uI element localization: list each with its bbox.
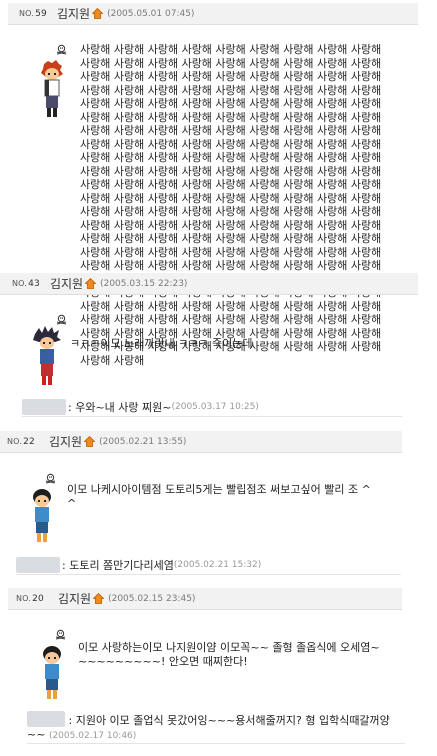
comment-text: : 우와~내 사랑 찌원~ xyxy=(68,400,172,414)
home-icon[interactable] xyxy=(85,278,97,289)
skull-icon[interactable] xyxy=(55,629,66,640)
post-author[interactable]: 김지원 xyxy=(49,433,82,450)
commenter-name-blurred xyxy=(27,711,65,727)
comment-text: : 도토리 쫌만기다리세염 xyxy=(62,558,174,572)
comment: : 지원아 이모 졸업식 못갔어잉~~~용서해줄꺼지? 형 입학식때갈꺼양~~ … xyxy=(27,711,405,744)
post-date: (2005.02.21 13:55) xyxy=(99,436,187,447)
post-header: NO.59 김지원 (2005.05.01 07:45) xyxy=(8,3,418,25)
post-number: NO.59 xyxy=(19,8,47,19)
post-date: (2005.03.15 22:23) xyxy=(100,278,188,289)
home-icon[interactable] xyxy=(92,8,104,19)
post-author[interactable]: 김지원 xyxy=(58,590,91,607)
avatar xyxy=(41,60,63,117)
post-body: 이모 나케시아이템점 도토리5게는 빨립점조 써보고싶어 빨리 조 ^^ xyxy=(67,483,371,510)
avatar xyxy=(43,646,61,699)
post-number: NO.43 xyxy=(12,278,40,289)
comment-date: (2005.02.21 15:32) xyxy=(173,559,262,570)
post-number: NO.22 xyxy=(7,436,35,447)
avatar xyxy=(33,326,61,385)
skull-icon[interactable] xyxy=(56,314,67,325)
post-body: 이모 사랑하는이모 나지원이얌 이모꼭~~ 졸형 졸옵식에 오세염~~~~~~~… xyxy=(78,641,380,668)
post-body: 사랑해 사랑해 사랑해 사랑해 사랑해 사랑해 사랑해 사랑해 사랑해 사랑해 … xyxy=(80,43,382,367)
avatar xyxy=(33,489,51,542)
comment-date: (2005.02.17 10:46) xyxy=(48,731,137,741)
post-number: NO.20 xyxy=(16,593,44,604)
post-author[interactable]: 김지원 xyxy=(57,5,90,22)
home-icon[interactable] xyxy=(93,593,105,604)
home-icon[interactable] xyxy=(84,436,96,447)
post-date: (2005.05.01 07:45) xyxy=(107,8,195,19)
post-date: (2005.02.15 23:45) xyxy=(108,593,196,604)
post-header: NO.20 김지원 (2005.02.15 23:45) xyxy=(8,588,402,610)
skull-icon[interactable] xyxy=(45,473,56,484)
post-body: ㅋㅋㅋ이모 노래까랏내 ㅋㅋㅋ 죽이는데 xyxy=(70,337,253,350)
commenter-name-blurred xyxy=(22,398,66,415)
skull-icon[interactable] xyxy=(56,44,67,55)
post-author[interactable]: 김지원 xyxy=(50,275,83,292)
comment: : 우와~내 사랑 찌원~ (2005.03.17 10:25) xyxy=(22,397,402,417)
commenter-name-blurred xyxy=(16,556,60,573)
comment: : 도토리 쫌만기다리세염 (2005.02.21 15:32) xyxy=(16,555,401,575)
comment-date: (2005.03.17 10:25) xyxy=(171,401,259,412)
post-header: NO.22 김지원 (2005.02.21 13:55) xyxy=(0,431,402,453)
post-header: NO.43 김지원 (2005.03.15 22:23) xyxy=(0,273,418,295)
